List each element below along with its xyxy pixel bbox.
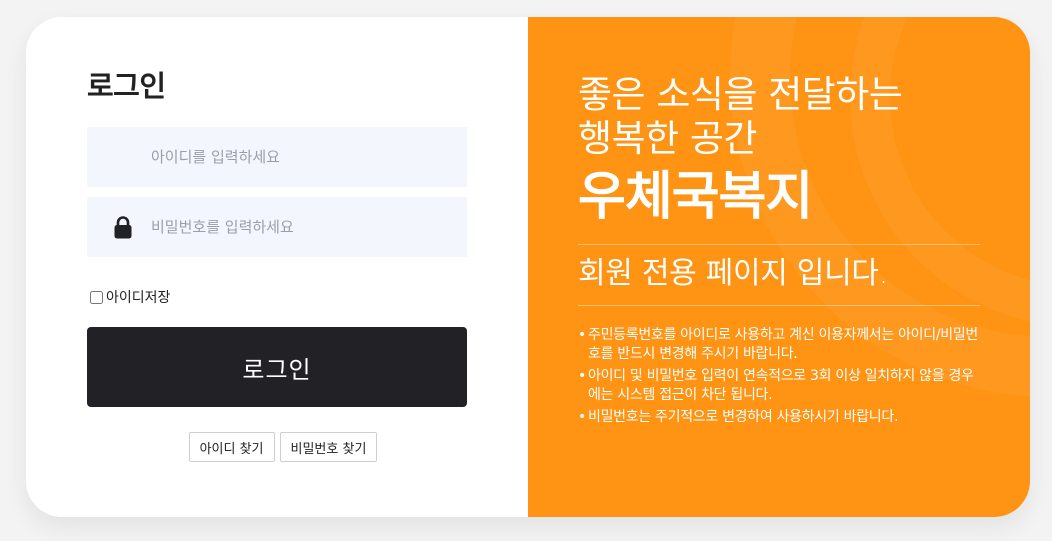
password-input[interactable] [151, 197, 451, 257]
login-card: 로그인 아이디저장 로그인 아이디 찾기 비밀번호 찾기 좋은 소식을 전달하는… [26, 17, 1030, 517]
notice-item: 아이디 및 비밀번호 입력이 연속적으로 3회 이상 일치하지 않을 경우에는 … [578, 367, 978, 405]
login-panel: 로그인 아이디저장 로그인 아이디 찾기 비밀번호 찾기 [26, 17, 528, 517]
save-id-checkbox[interactable] [90, 290, 103, 304]
login-button[interactable]: 로그인 [87, 327, 467, 407]
lock-icon [114, 216, 132, 239]
notice-list: 주민등록번호를 아이디로 사용하고 계신 이용자께서는 아이디/비밀번호를 반드… [578, 326, 978, 430]
login-title: 로그인 [87, 69, 166, 103]
divider [578, 244, 980, 245]
find-password-button[interactable]: 비밀번호 찾기 [279, 432, 378, 462]
id-field[interactable] [87, 127, 467, 187]
divider [578, 305, 980, 306]
promo-headline-line1: 좋은 소식을 전달하는 [578, 73, 903, 116]
promo-headline: 좋은 소식을 전달하는 행복한 공간 [578, 73, 903, 161]
notice-item: 비밀번호는 주기적으로 변경하여 사용하시기 바랍니다. [578, 408, 978, 427]
password-field[interactable] [87, 197, 467, 257]
promo-panel: 좋은 소식을 전달하는 행복한 공간 우체국복지 회원 전용 페이지 입니다. … [528, 17, 1030, 517]
notice-item: 주민등록번호를 아이디로 사용하고 계신 이용자께서는 아이디/비밀번호를 반드… [578, 326, 978, 364]
save-id-label: 아이디저장 [106, 290, 171, 306]
find-account-row: 아이디 찾기 비밀번호 찾기 [26, 432, 528, 462]
save-id-row[interactable]: 아이디저장 [90, 287, 170, 307]
member-only-text: 회원 전용 페이지 입니다. [578, 256, 888, 291]
find-id-button[interactable]: 아이디 찾기 [188, 432, 275, 462]
promo-brand: 우체국복지 [578, 167, 813, 227]
id-input[interactable] [151, 127, 451, 187]
promo-headline-line2: 행복한 공간 [578, 117, 757, 160]
